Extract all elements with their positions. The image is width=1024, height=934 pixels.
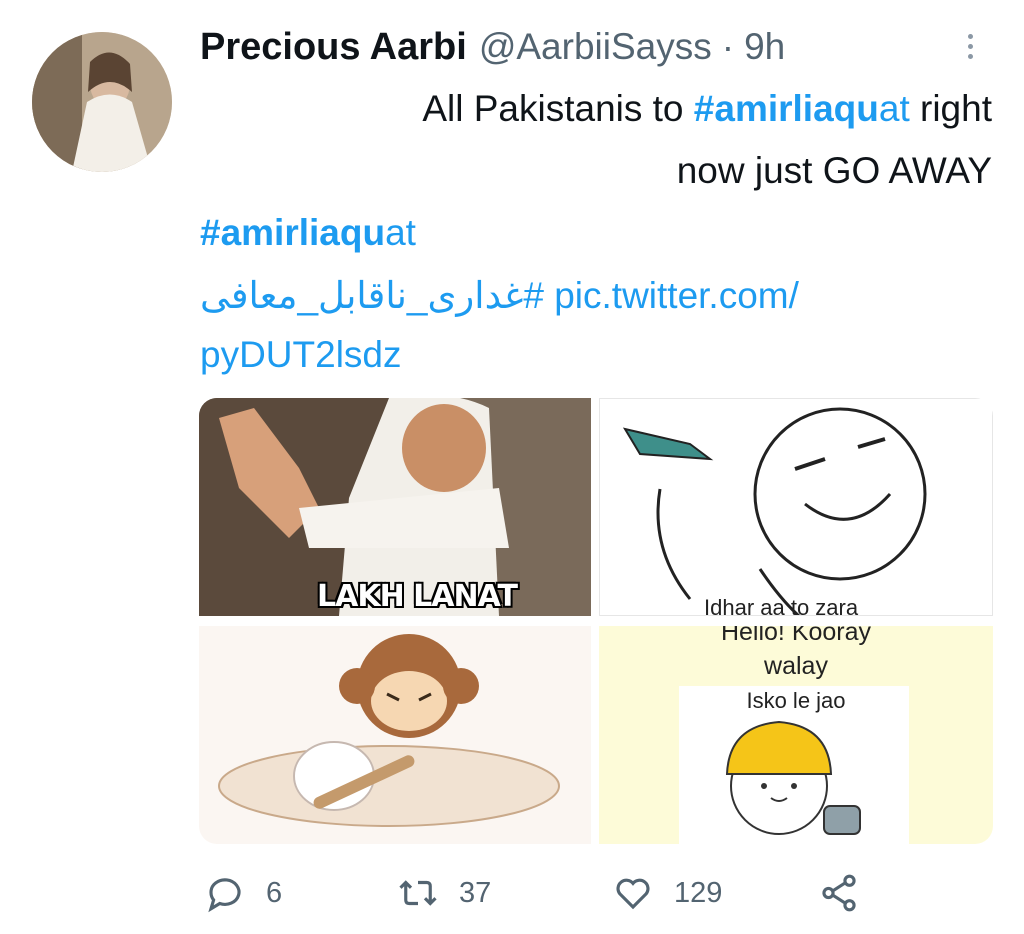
- reply-button[interactable]: 6: [204, 872, 282, 914]
- tweet-text-line1: All Pakistanis to #amirliaquat right: [422, 88, 992, 130]
- caption-line3: Isko le jao: [746, 688, 846, 713]
- retweet-button[interactable]: 37: [397, 872, 491, 914]
- meme-stickman-slipper: [622, 407, 927, 615]
- caption-line1: Hello! Kooray: [720, 626, 872, 646]
- more-icon[interactable]: [960, 30, 980, 70]
- like-icon: [616, 878, 650, 910]
- pic-link-part1[interactable]: pic.twitter.com/: [554, 275, 799, 316]
- media-image-2[interactable]: Idhar aa to zara: [599, 398, 993, 616]
- author-handle[interactable]: @AarbiiSayss: [479, 26, 712, 68]
- like-button[interactable]: 129: [612, 872, 722, 914]
- media-image-1[interactable]: LAKH LANAT: [199, 398, 591, 616]
- hashtag-rest: at: [385, 212, 416, 253]
- avatar[interactable]: [32, 32, 172, 172]
- hashtag-rest: at: [878, 88, 910, 129]
- like-count: 129: [674, 876, 723, 909]
- hashtag-link[interactable]: #amirliaquat: [694, 88, 910, 129]
- avatar-photo: [32, 32, 172, 172]
- media-image-3[interactable]: [199, 626, 591, 844]
- caption-lakh-lanat: LAKH LANAT: [317, 579, 518, 614]
- separator-dot: ·: [721, 26, 735, 67]
- hashtag-bold: #amirliaqu: [693, 88, 879, 129]
- retweet-count: 37: [459, 876, 492, 909]
- caption-line2: walay: [764, 652, 828, 680]
- text-suffix: right: [909, 88, 992, 129]
- share-button[interactable]: [818, 872, 860, 914]
- media-grid: LAKH LANAT Idhar aa to zara Hello! Koora…: [199, 398, 993, 844]
- media-image-4[interactable]: Hello! Kooray walay Isko le jao: [599, 626, 993, 844]
- tweet-header: Precious Aarbi @AarbiiSayss · 9h: [200, 26, 785, 76]
- meme-monkey-rabbit: [218, 634, 560, 827]
- share-icon: [822, 874, 856, 912]
- tweet-text-line2: now just GO AWAY: [676, 150, 992, 191]
- tweet-text-line4: غداری_ناقابل_معافی# pic.twitter.com/: [200, 274, 799, 317]
- urdu-hashtag-link[interactable]: غداری_ناقابل_معافی#: [200, 275, 544, 316]
- timestamp[interactable]: 9h: [744, 26, 785, 68]
- hashtag-bold: #amirliaqu: [200, 212, 386, 253]
- reply-icon: [208, 878, 241, 913]
- text-prefix: All Pakistanis to: [422, 88, 694, 129]
- reply-count: 6: [266, 876, 283, 909]
- author-name[interactable]: Precious Aarbi: [200, 26, 467, 69]
- retweet-icon: [399, 880, 437, 906]
- caption-idhar: Idhar aa to zara: [704, 595, 859, 616]
- pic-link-part2[interactable]: pyDUT2lsdz: [200, 334, 402, 376]
- hashtag-link-2[interactable]: #amirliaquat: [200, 212, 416, 254]
- tweet-actions: 6 37 129: [0, 872, 1024, 920]
